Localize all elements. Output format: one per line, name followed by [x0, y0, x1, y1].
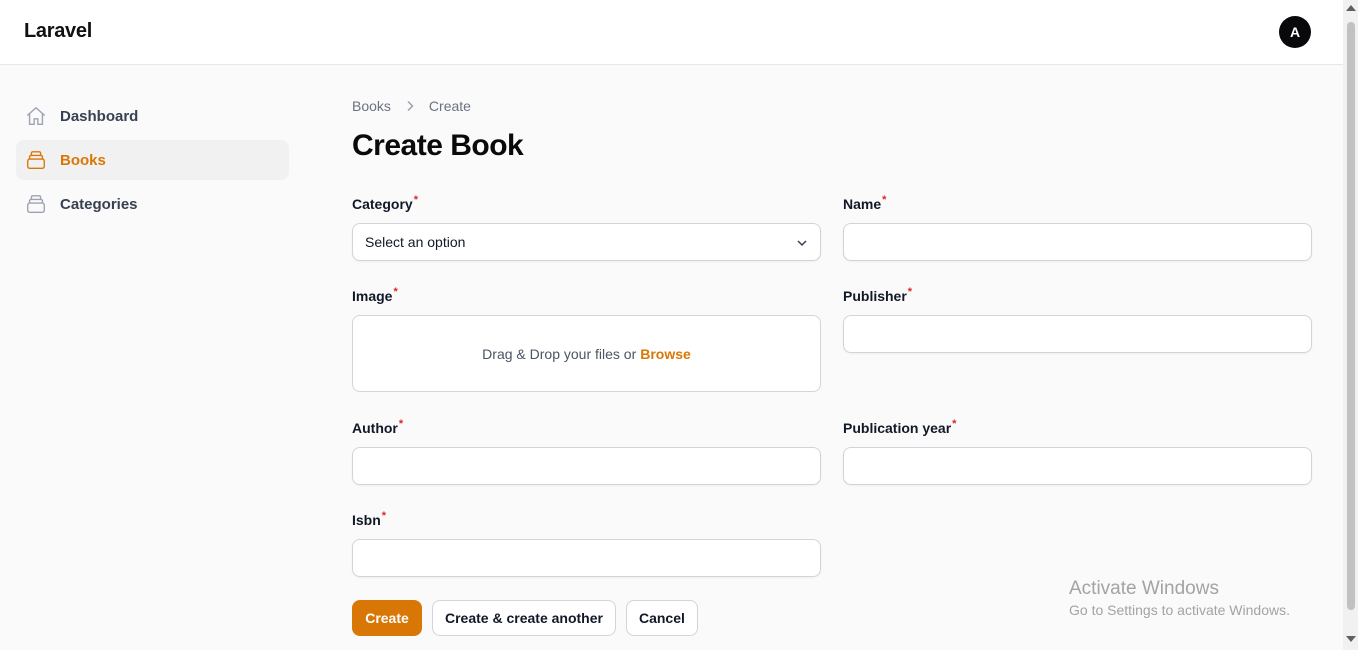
required-marker: * — [413, 194, 418, 206]
author-field: Author* — [352, 418, 821, 485]
scrollbar-thumb[interactable] — [1347, 22, 1355, 610]
breadcrumb-current: Create — [428, 98, 471, 114]
stack-icon — [24, 148, 48, 172]
name-label: Name* — [843, 194, 887, 212]
author-input[interactable] — [352, 447, 821, 485]
brand-logo[interactable]: Laravel — [24, 20, 92, 43]
scroll-down-arrow-icon[interactable] — [1346, 636, 1356, 642]
publication-year-label: Publication year* — [843, 418, 957, 436]
required-marker: * — [398, 418, 404, 430]
required-marker: * — [381, 510, 387, 522]
required-marker: * — [952, 418, 957, 430]
category-select-value: Select an option — [365, 234, 466, 250]
sidebar: Dashboard Books Categories — [16, 96, 289, 228]
watermark-subtitle: Go to Settings to activate Windows. — [1069, 602, 1290, 618]
publication-year-field: Publication year* — [843, 418, 1312, 485]
image-field: Image* Drag & Drop your files or Browse — [352, 286, 821, 392]
sidebar-item-dashboard[interactable]: Dashboard — [16, 96, 289, 136]
sidebar-item-books[interactable]: Books — [16, 140, 289, 180]
watermark-title: Activate Windows — [1069, 578, 1219, 599]
main-content: Books Create Create Book — [352, 96, 1312, 166]
browse-link[interactable]: Browse — [640, 346, 691, 362]
sidebar-item-categories[interactable]: Categories — [16, 184, 289, 224]
dropzone-prompt: Drag & Drop your files or — [482, 345, 637, 362]
chevron-right-icon — [405, 100, 415, 112]
publisher-label: Publisher* — [843, 286, 913, 304]
name-field: Name* — [843, 194, 1312, 261]
sidebar-item-label: Dashboard — [60, 107, 139, 125]
chevron-down-icon — [796, 236, 808, 254]
image-label: Image* — [352, 286, 398, 304]
category-field: Category* Select an option — [352, 194, 821, 261]
page-title: Create Book — [352, 129, 524, 162]
isbn-label: Isbn* — [352, 510, 387, 528]
cancel-button[interactable]: Cancel — [625, 600, 698, 636]
create-button[interactable]: Create — [352, 600, 422, 636]
create-another-button[interactable]: Create & create another — [432, 600, 616, 636]
required-marker: * — [882, 194, 887, 206]
publication-year-input[interactable] — [843, 447, 1312, 485]
sidebar-item-label: Categories — [60, 195, 138, 213]
required-marker: * — [907, 286, 913, 298]
isbn-field: Isbn* — [352, 510, 821, 577]
category-label: Category* — [352, 194, 418, 212]
name-input[interactable] — [843, 223, 1312, 261]
breadcrumb-books-link[interactable]: Books — [352, 98, 391, 114]
home-icon — [24, 104, 48, 128]
publisher-field: Publisher* — [843, 286, 1312, 353]
author-label: Author* — [352, 418, 404, 436]
breadcrumb: Books Create — [352, 96, 1312, 116]
form-actions: Create Create & create another Cancel — [352, 600, 698, 636]
image-dropzone[interactable]: Drag & Drop your files or Browse — [352, 315, 821, 392]
scroll-up-arrow-icon[interactable] — [1346, 5, 1356, 11]
category-select[interactable]: Select an option — [352, 223, 821, 261]
activate-windows-watermark: Activate Windows Go to Settings to activ… — [1069, 578, 1290, 618]
stack-icon — [24, 192, 48, 216]
publisher-input[interactable] — [843, 315, 1312, 353]
top-bar: Laravel A — [0, 0, 1343, 65]
user-avatar[interactable]: A — [1279, 16, 1311, 48]
isbn-input[interactable] — [352, 539, 821, 577]
sidebar-item-label: Books — [60, 151, 106, 169]
required-marker: * — [393, 286, 398, 298]
vertical-scrollbar[interactable] — [1343, 0, 1358, 650]
